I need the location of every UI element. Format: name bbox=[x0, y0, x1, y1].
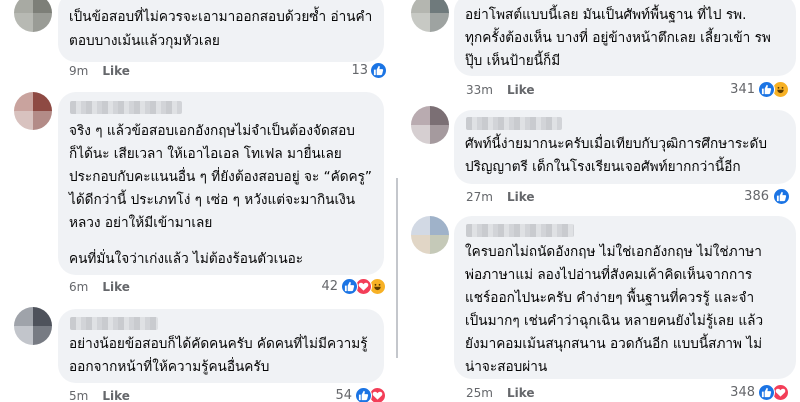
comment-meta: 25m Like bbox=[466, 385, 535, 401]
comment-text-line: ปริญญาตรี เด็กในโรงเรียนเจอศัพท์ยากกว่าน… bbox=[465, 159, 741, 175]
like-button[interactable]: Like bbox=[102, 388, 130, 402]
comment-meta: 33m Like bbox=[466, 82, 535, 98]
comment-text-line: อย่างน้อยข้อสอบก็ได้คัดคนครับ คัดคนที่ไม… bbox=[69, 336, 368, 352]
like-button[interactable]: Like bbox=[507, 82, 535, 98]
comment-meta: 27m Like bbox=[466, 189, 535, 205]
comment-bubble: จริง ๆ แล้วข้อสอบเอกอังกฤษไม่จำเป็นต้องจ… bbox=[58, 92, 384, 275]
comment-text-line: ประกอบกับคะแนนอื่น ๆ ที่ยังต้องสอบอยู่ จ… bbox=[69, 169, 372, 185]
comment-text-line: แชร์ออกไปนะครับ คำง่ายๆ พื้นฐานที่ควรรู้… bbox=[465, 290, 755, 306]
comment-text-line: อย่าโพสต์แบบนี้เลย มันเป็นศัพท์พื้นฐาน ท… bbox=[465, 7, 747, 23]
avatar[interactable] bbox=[411, 106, 449, 144]
like-button[interactable]: Like bbox=[102, 279, 130, 295]
reaction-icons[interactable] bbox=[773, 188, 793, 206]
comment-time[interactable]: 25m bbox=[466, 385, 493, 401]
comment-time[interactable]: 9m bbox=[69, 63, 88, 79]
left-comment-column: เป็นข้อสอบที่ไม่ควรจะเอามาออกสอบด้วยซ้ำ … bbox=[0, 0, 398, 402]
avatar[interactable] bbox=[14, 0, 52, 32]
comment-time[interactable]: 6m bbox=[69, 279, 88, 295]
reaction-count[interactable]: 54 bbox=[326, 387, 352, 402]
like-icon bbox=[370, 62, 387, 79]
reaction-icons[interactable] bbox=[758, 384, 794, 402]
like-button[interactable]: Like bbox=[507, 189, 535, 205]
reaction-icons[interactable] bbox=[370, 62, 390, 80]
comment-bubble: อย่างน้อยข้อสอบก็ได้คัดคนครับ คัดคนที่ไม… bbox=[58, 309, 384, 383]
comment-text-line: ยังมาคอมเม้นสนุกสนาน อวดกันอีก แบบนี้สภา… bbox=[465, 336, 763, 352]
comment-time[interactable]: 27m bbox=[466, 189, 493, 205]
avatar[interactable] bbox=[14, 307, 52, 345]
comment-text-line: ใครบอกไม่ถนัดอังกฤษ ไม่ใช่เอกอังกฤษ ไม่ใ… bbox=[465, 244, 762, 260]
blurred-author-name[interactable] bbox=[466, 224, 574, 237]
comment-bubble: ศัพท์นี้ง่ายมากนะครับเมื่อเทียบกับวุฒิกา… bbox=[454, 110, 796, 184]
comment-time[interactable]: 33m bbox=[466, 82, 493, 98]
comment-text-line: เป็นมากๆ เช่นคำว่าฉุกเฉิน หลายคนยังไม่รู… bbox=[465, 313, 764, 329]
reaction-count[interactable]: 348 bbox=[725, 384, 755, 402]
blurred-author-name[interactable] bbox=[466, 117, 562, 130]
reaction-count[interactable]: 13 bbox=[338, 62, 368, 80]
comment-text-line: พ่อภาษาแม่ ลองไปอ่านที่สังคมเค้าคิดเห็นจ… bbox=[465, 267, 753, 283]
like-icon bbox=[773, 188, 790, 205]
comment-text-line: ตอบบางเม้นแล้วกุมหัวเลย bbox=[69, 33, 220, 49]
like-button[interactable]: Like bbox=[102, 63, 130, 79]
comment-text-line: ปุ๊บ เห็นป้ายนี้ก็มี bbox=[465, 53, 561, 69]
blurred-author-name[interactable] bbox=[70, 317, 158, 330]
blurred-author-name[interactable] bbox=[70, 101, 182, 114]
avatar[interactable] bbox=[411, 0, 449, 32]
comment-meta: 6m Like bbox=[69, 279, 130, 295]
comment-time[interactable]: 5m bbox=[69, 388, 88, 402]
comment-text-line: น่าจะสอบผ่าน bbox=[465, 359, 548, 375]
comment-text-line: หลวง อย่าให้มีเข้ามาเลย bbox=[69, 215, 213, 231]
comment-text-line: ศัพท์นี้ง่ายมากนะครับเมื่อเทียบกับวุฒิกา… bbox=[465, 136, 767, 152]
comment-text-line: จริง ๆ แล้วข้อสอบเอกอังกฤษไม่จำเป็นต้องจ… bbox=[69, 123, 355, 139]
reaction-count[interactable]: 42 bbox=[312, 278, 338, 296]
comment-bubble: อย่าโพสต์แบบนี้เลย มันเป็นศัพท์พื้นฐาน ท… bbox=[454, 0, 796, 76]
comment-meta: 5m Like bbox=[69, 388, 130, 402]
like-icon bbox=[758, 384, 775, 401]
comment-text-line: ออกจากหน้าที่ให้ความรู้คนอื่นครับ bbox=[69, 359, 270, 375]
like-icon bbox=[758, 81, 775, 98]
comment-text-line: ก็ได้นะ เสียเวลา ให้เอาไอเอล โทเฟล มายื่… bbox=[69, 146, 342, 162]
reaction-count[interactable]: 341 bbox=[725, 81, 755, 99]
like-icon bbox=[355, 387, 372, 402]
avatar[interactable] bbox=[411, 216, 449, 254]
reaction-icons[interactable] bbox=[758, 81, 794, 99]
comment-text-line: ทุกครั้งต้องเห็น บางที่ อยู่ข้างหน้าตึกเ… bbox=[465, 30, 771, 46]
avatar[interactable] bbox=[14, 92, 52, 130]
reaction-icons[interactable] bbox=[341, 278, 391, 296]
reaction-icons[interactable] bbox=[355, 387, 391, 402]
like-icon bbox=[341, 278, 358, 295]
comment-meta: 9m Like bbox=[69, 63, 130, 79]
comment-bubble: ใครบอกไม่ถนัดอังกฤษ ไม่ใช่เอกอังกฤษ ไม่ใ… bbox=[454, 216, 796, 379]
reaction-count[interactable]: 386 bbox=[739, 188, 769, 206]
comment-text-line: ได้ดีกว่านี้ ประเภทโง่ ๆ เซ่อ ๆ หวังแต่จ… bbox=[69, 192, 356, 208]
comment-bubble: เป็นข้อสอบที่ไม่ควรจะเอามาออกสอบด้วยซ้ำ … bbox=[58, 0, 384, 62]
right-comment-column: อย่าโพสต์แบบนี้เลย มันเป็นศัพท์พื้นฐาน ท… bbox=[403, 0, 800, 402]
comment-text-line: คนที่มั่นใจว่าเก่งแล้ว ไม่ต้องร้อนตัวเนอ… bbox=[69, 251, 304, 267]
comment-text-line: เป็นข้อสอบที่ไม่ควรจะเอามาออกสอบด้วยซ้ำ … bbox=[69, 9, 373, 25]
like-button[interactable]: Like bbox=[507, 385, 535, 401]
